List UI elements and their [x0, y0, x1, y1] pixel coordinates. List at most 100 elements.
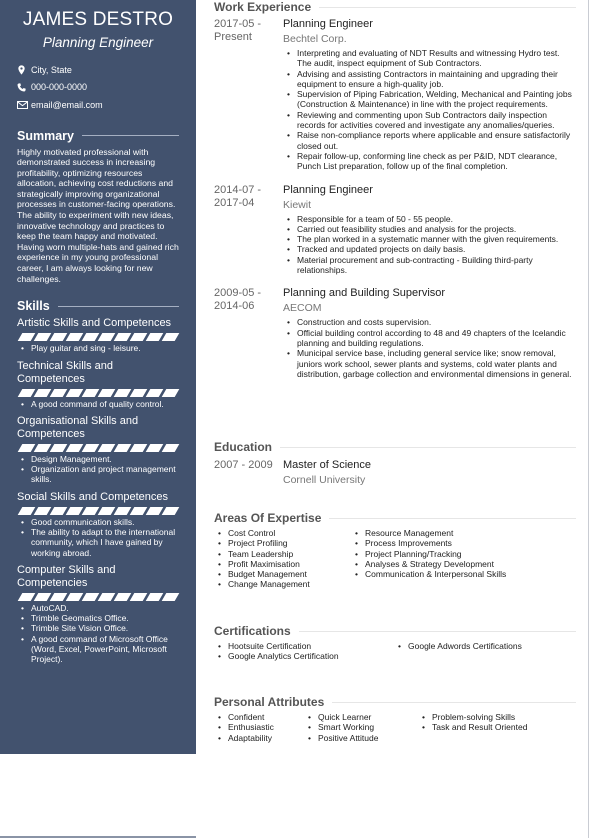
job-company: AECOM: [283, 302, 322, 315]
job-duty: Municipal service base, including genera…: [283, 348, 576, 379]
attributes-item: Problem-solving Skills: [418, 712, 568, 723]
skill-group: Social Skills and Competences Good commun…: [17, 490, 180, 558]
envelope-icon: [17, 100, 30, 109]
skill-group: Artistic Skills and Competences Play guit…: [17, 317, 180, 354]
skill-level-segment: [97, 592, 116, 601]
skill-level-segment: [49, 592, 68, 601]
sidebar: JAMES DESTRO Planning Engineer City, Sta…: [0, 0, 196, 754]
skill-item: Design Management.: [17, 454, 179, 465]
skill-level-segment: [161, 506, 180, 515]
skill-group: Technical Skills and Competences A good c…: [17, 360, 180, 410]
certifications-item: Google Adwords Certifications: [394, 641, 574, 652]
job-company: Bechtel Corp.: [283, 33, 347, 45]
certifications-heading-text: Certifications: [214, 624, 291, 638]
education-heading-text: Education: [214, 440, 273, 454]
heading-rule: [329, 517, 576, 519]
education-school: Cornell University: [283, 474, 366, 486]
job-body: Planning and Building Supervisor AECOM Con…: [283, 287, 576, 379]
skill-level-segment: [97, 443, 116, 452]
skill-group-name: Social Skills and Competences: [17, 490, 169, 503]
skill-level-segment: [65, 388, 84, 397]
summary-heading: Summary: [17, 129, 179, 143]
skill-level-bar: [17, 506, 180, 515]
skill-level-segment: [65, 592, 84, 601]
job-title: Planning and Building Supervisor: [283, 287, 446, 300]
main-content: Work Experience 2017-05 - Present Plannin…: [214, 0, 576, 743]
skill-item: Play guitar and sing - leisure.: [17, 343, 179, 354]
expertise-item: Budget Management: [214, 569, 351, 580]
attributes-columns: ConfidentEnthusiasticAdaptabilityQuick L…: [214, 712, 576, 743]
education-body: Master of Science Cornell University: [283, 459, 576, 487]
skill-level-segment: [33, 333, 52, 342]
skill-level-segment: [49, 506, 68, 515]
skill-level-segment: [65, 333, 84, 342]
attributes-item: Quick Learner: [304, 712, 418, 723]
skill-item: A good command of Microsoft Office (Word…: [17, 634, 179, 665]
job-duties: Interpreting and evaluating of NDT Resul…: [283, 48, 576, 172]
skill-level-segment: [161, 333, 180, 342]
skills-list: Artistic Skills and Competences Play guit…: [17, 317, 180, 665]
work-experience-section: Work Experience 2017-05 - Present Plannin…: [214, 0, 576, 379]
skill-level-segment: [161, 592, 180, 601]
certifications-item: Hootsuite Certification: [214, 641, 394, 652]
skill-level-segment: [113, 333, 132, 342]
skill-level-segment: [113, 592, 132, 601]
job-duty: Repair follow-up, conforming line check …: [283, 151, 576, 172]
heading-rule: [280, 446, 576, 448]
attributes-item: Positive Attitude: [304, 733, 418, 744]
skill-level-segment: [65, 506, 84, 515]
skill-level-segment: [81, 443, 100, 452]
skill-level-segment: [145, 333, 164, 342]
skill-items: Play guitar and sing - leisure.: [17, 343, 179, 354]
skill-level-segment: [129, 506, 148, 515]
skill-items: Design Management.Organization and proje…: [17, 454, 179, 485]
certifications-columns: Hootsuite CertificationGoogle Analytics …: [214, 641, 576, 662]
location-pin-icon: [17, 65, 30, 75]
skill-item: A good command of quality control.: [17, 399, 179, 410]
attributes-item: Confident: [214, 712, 304, 723]
expertise-section: Areas Of Expertise Cost ControlProject P…: [214, 511, 576, 590]
expertise-heading: Areas Of Expertise: [214, 511, 576, 525]
contact-email-text[interactable]: email@email.com: [31, 100, 103, 110]
job-body: Planning Engineer Bechtel Corp. Interpreti…: [283, 18, 576, 172]
attributes-section: Personal Attributes ConfidentEnthusiasti…: [214, 695, 576, 743]
summary-heading-text: Summary: [17, 128, 74, 143]
skill-item: Organization and project management skil…: [17, 464, 179, 485]
skill-level-segment: [113, 506, 132, 515]
skill-item: Trimble Site Vision Office.: [17, 623, 179, 634]
jobs-list: 2017-05 - Present Planning Engineer Bechte…: [214, 18, 576, 379]
summary-text: Highly motivated professional with demon…: [17, 146, 179, 284]
expertise-column: Resource ManagementProcess ImprovementsP…: [351, 528, 551, 590]
expertise-item: Resource Management: [351, 528, 551, 539]
skill-level-segment: [49, 388, 68, 397]
job-duty: Raise non-compliance reports where appli…: [283, 130, 576, 151]
candidate-role: Planning Engineer: [42, 35, 154, 50]
skill-group-name: Organisational Skills and Competences: [17, 414, 139, 440]
skill-item: Good communication skills.: [17, 517, 179, 528]
expertise-item: Cost Control: [214, 528, 351, 539]
skill-level-segment: [129, 388, 148, 397]
job-body: Planning Engineer Kiewit Responsible for a…: [283, 184, 576, 276]
job-dates: 2014-07 - 2017-04: [214, 183, 262, 209]
skill-level-segment: [17, 443, 36, 452]
contact-email: email@email.com: [17, 96, 179, 114]
certifications-section: Certifications Hootsuite CertificationGo…: [214, 624, 576, 662]
skills-heading-text: Skills: [17, 299, 50, 314]
attributes-heading-text: Personal Attributes: [214, 695, 325, 709]
job-duty: Official building control according to 4…: [283, 328, 576, 349]
job-entry: 2014-07 - 2017-04 Planning Engineer Kiewit…: [214, 184, 576, 276]
skill-level-segment: [145, 506, 164, 515]
phone-icon: [17, 83, 30, 92]
skill-level-segment: [113, 443, 132, 452]
heading-rule: [298, 630, 576, 632]
certifications-column: Google Adwords Certifications: [394, 641, 574, 662]
skill-level-segment: [113, 388, 132, 397]
work-experience-heading: Work Experience: [214, 0, 576, 14]
skill-level-segment: [81, 506, 100, 515]
contact-phone: 000-000-0000: [17, 79, 179, 97]
contact-location-text: City, State: [31, 64, 72, 75]
skill-level-bar: [17, 592, 180, 601]
expertise-item: Project Profiling: [214, 538, 351, 549]
contact-list: City, State 000-000-0000 email@email.com: [17, 61, 179, 114]
expertise-item: Process Improvements: [351, 538, 551, 549]
